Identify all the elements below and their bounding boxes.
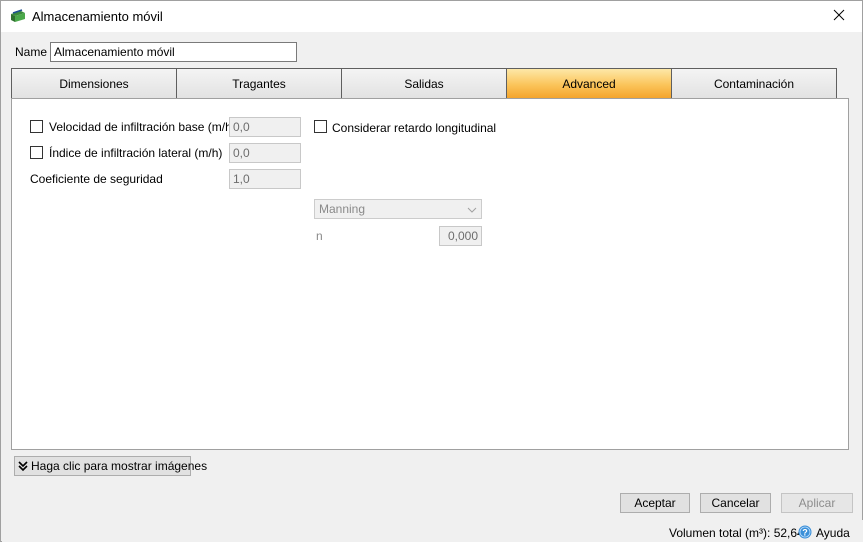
dialog-window: Almacenamiento móvil Name Dimensiones Tr…: [0, 0, 863, 542]
double-chevron-down-icon: [18, 460, 28, 472]
infiltration-base-field: 0,0: [229, 117, 301, 137]
help-link[interactable]: Ayuda: [816, 526, 850, 540]
cancel-label: Cancelar: [711, 496, 760, 510]
cancel-button[interactable]: Cancelar: [700, 493, 771, 513]
advanced-panel: Velocidad de infiltración base (m/h) 0,0…: [11, 98, 849, 450]
longitudinal-delay-label: Considerar retardo longitudinal: [332, 121, 497, 135]
n-coefficient-field: 0,000: [439, 226, 482, 246]
tab-tragantes[interactable]: Tragantes: [176, 68, 341, 99]
chevron-down-icon: [467, 204, 477, 218]
infiltration-lateral-label: Índice de infiltración lateral (m/h): [49, 146, 223, 160]
total-volume-text: Volumen total (m³): 52,640: [669, 526, 811, 540]
tab-label: Dimensiones: [59, 76, 129, 91]
tab-label: Contaminación: [713, 76, 795, 91]
longitudinal-delay-checkbox[interactable]: [314, 120, 327, 133]
infiltration-lateral-field: 0,0: [229, 143, 301, 163]
infiltration-base-checkbox[interactable]: [30, 120, 43, 133]
accept-label: Aceptar: [634, 496, 676, 510]
window-title: Almacenamiento móvil: [32, 9, 163, 24]
tab-contaminacion[interactable]: Contaminación: [671, 68, 837, 99]
tab-label: Tragantes: [232, 76, 286, 91]
accept-button[interactable]: Aceptar: [620, 493, 690, 513]
close-button[interactable]: [816, 1, 862, 32]
name-input[interactable]: [50, 42, 297, 62]
show-images-button[interactable]: Haga clic para mostrar imágenes: [14, 456, 207, 476]
roughness-method-value: Manning: [319, 202, 366, 216]
tab-strip: Dimensiones Tragantes Salidas Advanced C…: [11, 68, 837, 99]
status-bar: Volumen total (m³): 52,640 ? Ayuda: [2, 520, 863, 542]
safety-coefficient-label: Coeficiente de seguridad: [30, 172, 163, 186]
infiltration-lateral-checkbox[interactable]: [30, 146, 43, 159]
apply-button[interactable]: Aplicar: [781, 493, 853, 513]
tab-advanced[interactable]: Advanced: [506, 68, 671, 99]
apply-label: Aplicar: [798, 496, 836, 510]
close-icon: [833, 9, 845, 24]
roughness-method-select[interactable]: Manning: [314, 199, 482, 219]
svg-text:?: ?: [802, 528, 808, 538]
tab-salidas[interactable]: Salidas: [341, 68, 506, 99]
n-coefficient-label: n: [316, 229, 323, 243]
name-label: Name: [15, 45, 48, 59]
tab-label: Advanced: [562, 76, 616, 91]
show-images-label: Haga clic para mostrar imágenes: [31, 459, 208, 473]
storage-app-icon: [10, 9, 26, 23]
safety-coefficient-field: 1,0: [229, 169, 301, 189]
tab-dimensiones[interactable]: Dimensiones: [11, 68, 176, 99]
infiltration-base-label: Velocidad de infiltración base (m/h): [49, 120, 236, 134]
help-icon[interactable]: ?: [798, 525, 812, 539]
tab-label: Salidas: [404, 76, 444, 91]
title-bar: Almacenamiento móvil: [1, 1, 862, 32]
